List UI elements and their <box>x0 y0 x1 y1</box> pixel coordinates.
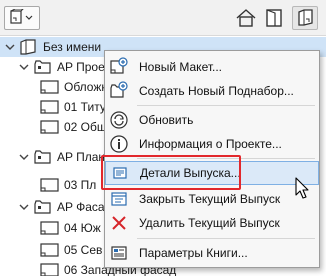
layout-sheet-icon <box>40 262 60 276</box>
tree-layout-node[interactable]: 05 Сев <box>40 240 102 260</box>
layout-book-dropdown-button[interactable] <box>4 6 40 30</box>
book-settings-icon <box>105 241 133 265</box>
layout-sheet-icon <box>40 119 60 135</box>
tree-layout-node[interactable]: 01 Титул <box>40 97 113 117</box>
mouse-cursor-icon <box>295 177 309 199</box>
toolbar <box>0 0 326 36</box>
tree-layout-node[interactable]: 04 Юж <box>40 218 101 238</box>
delete-icon <box>105 211 133 235</box>
menu-item-book-settings[interactable]: Параметры Книги... <box>105 241 319 265</box>
tree-subset-node[interactable]: AP План <box>18 147 105 167</box>
tree-root-label: Без имени <box>43 40 102 54</box>
chevron-down-icon[interactable] <box>18 151 30 163</box>
view-map-button[interactable] <box>262 6 286 30</box>
layout-sheet-icon <box>40 220 60 236</box>
tree-subset-node[interactable]: AP Фасад <box>18 197 112 217</box>
menu-item-new-subset[interactable]: Создать Новый Поднабор... <box>105 79 319 103</box>
project-map-button[interactable] <box>234 6 258 30</box>
house-icon <box>236 9 256 27</box>
book-icon <box>19 39 39 55</box>
tree-layout-node[interactable]: Обложка <box>40 77 114 97</box>
menu-separator <box>137 238 315 239</box>
subset-folder-icon <box>33 199 53 215</box>
menu-item-new-layout[interactable]: Новый Макет... <box>105 55 319 79</box>
refresh-icon <box>105 108 133 132</box>
chevron-down-icon[interactable] <box>18 201 30 213</box>
door-sheet-icon <box>266 9 282 27</box>
close-issue-icon <box>105 187 133 211</box>
tree-layout-node[interactable]: 03 Пл <box>40 175 96 195</box>
new-subset-icon <box>105 79 133 103</box>
menu-item-project-info[interactable]: Информация о Проекте... <box>105 132 319 156</box>
menu-separator <box>137 105 315 106</box>
layout-sheet-icon <box>40 242 60 258</box>
layout-book-icon <box>10 9 33 24</box>
layout-book-button[interactable] <box>292 6 318 30</box>
layout-sheet-icon <box>40 99 60 115</box>
book-icon <box>298 9 313 26</box>
menu-item-close-issue[interactable]: Закрыть Текущий Выпуск <box>105 187 319 211</box>
layout-sheet-icon <box>40 79 60 95</box>
menu-item-refresh[interactable]: Обновить <box>105 108 319 132</box>
new-layout-icon <box>105 55 133 79</box>
tree-layout-node[interactable]: 02 Общ <box>40 117 107 137</box>
chevron-down-icon[interactable] <box>18 61 30 73</box>
menu-item-delete-issue[interactable]: Удалить Текущий Выпуск <box>105 211 319 235</box>
subset-folder-icon <box>33 59 53 75</box>
chevron-down-icon[interactable] <box>4 41 16 53</box>
tree-subset-node[interactable]: AP Проект <box>18 57 116 77</box>
info-icon <box>105 132 133 156</box>
subset-folder-icon <box>33 149 53 165</box>
highlight-callout-frame <box>101 155 241 190</box>
layout-sheet-icon <box>40 177 60 193</box>
